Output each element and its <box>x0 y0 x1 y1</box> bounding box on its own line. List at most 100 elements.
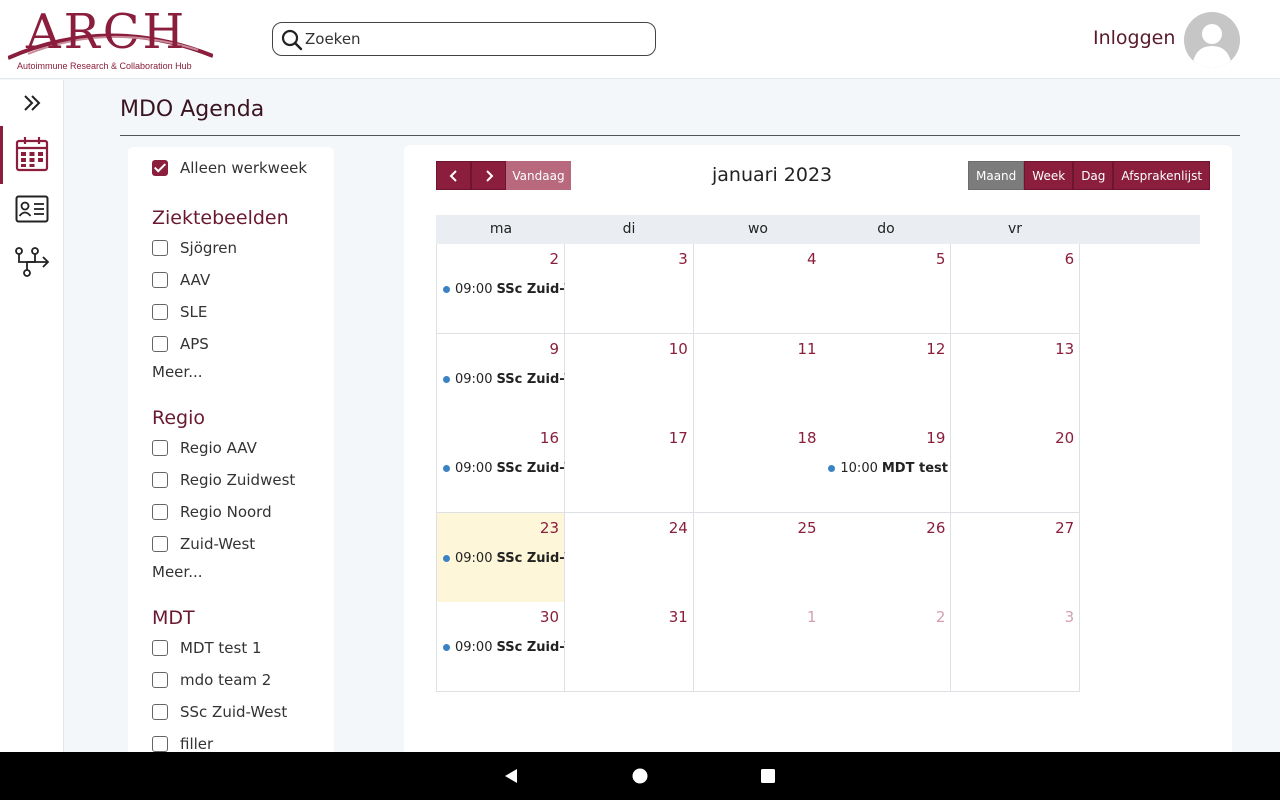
day-cell[interactable]: 3 <box>951 602 1081 693</box>
day-cell[interactable]: 12 <box>822 333 952 424</box>
day-cell[interactable]: 23 09:00SSc Zuid-W <box>436 512 565 603</box>
rail-item-contacts[interactable] <box>0 192 64 226</box>
day-number[interactable]: 6 <box>1065 250 1075 268</box>
filter-checkbox[interactable] <box>152 536 168 552</box>
day-cell[interactable]: 5 <box>822 244 952 334</box>
day-number[interactable]: 2 <box>936 608 946 626</box>
day-cell[interactable]: 6 <box>951 244 1081 334</box>
work-week-checkbox[interactable] <box>152 160 168 176</box>
calendar-event[interactable]: 09:00SSc Zuid-W <box>443 461 565 476</box>
view-list-button[interactable]: Afsprakenlijst <box>1113 161 1211 190</box>
filter-item[interactable]: Regio AAV <box>152 439 257 457</box>
today-button[interactable]: Vandaag <box>506 161 571 190</box>
calendar-event[interactable]: 09:00SSc Zuid-W <box>443 640 565 655</box>
view-month-button[interactable]: Maand <box>968 161 1025 190</box>
filter-item[interactable]: Regio Zuidwest <box>152 471 295 489</box>
day-cell[interactable]: 1 <box>693 602 823 693</box>
calendar-event[interactable]: 09:00SSc Zuid-W <box>443 282 565 297</box>
filter-item[interactable]: filler <box>152 735 213 752</box>
filter-item[interactable]: Zuid-West <box>152 535 255 553</box>
day-cell[interactable]: 17 <box>564 423 694 514</box>
avatar[interactable] <box>1184 12 1240 68</box>
day-cell[interactable]: 2 <box>822 602 952 693</box>
day-cell[interactable]: 3 <box>564 244 694 334</box>
arch-logo[interactable]: ARCH Autoimmune Research & Collaboration… <box>8 4 213 74</box>
day-cell[interactable]: 24 <box>564 512 694 603</box>
filter-item[interactable]: Sjögren <box>152 239 237 257</box>
day-number[interactable]: 9 <box>549 340 559 358</box>
day-cell[interactable]: 10 <box>564 333 694 424</box>
filter-checkbox[interactable] <box>152 240 168 256</box>
filter-item[interactable]: mdo team 2 <box>152 671 271 689</box>
calendar-event[interactable]: 09:00SSc Zuid-W <box>443 372 565 387</box>
search-input[interactable] <box>305 27 645 51</box>
calendar-event[interactable]: 10:00MDT test 1 <box>828 461 950 476</box>
day-number[interactable]: 4 <box>807 250 817 268</box>
view-day-button[interactable]: Dag <box>1073 161 1114 190</box>
day-number[interactable]: 25 <box>798 519 817 537</box>
day-cell[interactable]: 13 <box>951 333 1081 424</box>
day-number[interactable]: 30 <box>540 608 559 626</box>
day-number[interactable]: 24 <box>669 519 688 537</box>
day-number[interactable]: 27 <box>1055 519 1074 537</box>
day-number[interactable]: 3 <box>678 250 688 268</box>
day-cell[interactable]: 25 <box>693 512 823 603</box>
filter-item[interactable]: SLE <box>152 303 207 321</box>
more-link-ziektebeelden[interactable]: Meer... <box>152 363 203 381</box>
filter-checkbox[interactable] <box>152 736 168 752</box>
day-cell[interactable]: 31 <box>564 602 694 693</box>
day-number[interactable]: 11 <box>798 340 817 358</box>
day-cell[interactable]: 2 09:00SSc Zuid-W <box>436 244 565 334</box>
day-number[interactable]: 26 <box>926 519 945 537</box>
day-cell[interactable]: 19 10:00MDT test 1 <box>822 423 952 514</box>
day-number[interactable]: 1 <box>807 608 817 626</box>
filter-checkbox[interactable] <box>152 504 168 520</box>
day-cell[interactable]: 26 <box>822 512 952 603</box>
filter-checkbox[interactable] <box>152 472 168 488</box>
day-cell[interactable]: 18 <box>693 423 823 514</box>
more-link-regio[interactable]: Meer... <box>152 563 203 581</box>
filter-checkbox[interactable] <box>152 704 168 720</box>
filter-item[interactable]: SSc Zuid-West <box>152 703 287 721</box>
home-icon[interactable] <box>632 768 648 784</box>
rail-item-workflow[interactable] <box>0 244 64 280</box>
filter-item[interactable]: APS <box>152 335 209 353</box>
filter-checkbox[interactable] <box>152 672 168 688</box>
day-number[interactable]: 18 <box>798 429 817 447</box>
day-cell[interactable]: 16 09:00SSc Zuid-W <box>436 423 565 514</box>
day-cell[interactable]: 4 <box>693 244 823 334</box>
login-link[interactable]: Inloggen <box>1093 27 1175 49</box>
day-number[interactable]: 16 <box>540 429 559 447</box>
filter-item[interactable]: MDT test 1 <box>152 639 262 657</box>
filter-checkbox[interactable] <box>152 336 168 352</box>
day-number[interactable]: 5 <box>936 250 946 268</box>
calendar-event[interactable]: 09:00SSc Zuid-W <box>443 551 565 566</box>
day-number[interactable]: 17 <box>669 429 688 447</box>
filter-checkbox[interactable] <box>152 272 168 288</box>
day-number[interactable]: 3 <box>1065 608 1075 626</box>
recents-icon[interactable] <box>760 768 776 784</box>
view-week-button[interactable]: Week <box>1024 161 1074 190</box>
search-box[interactable] <box>272 22 656 56</box>
filter-item[interactable]: AAV <box>152 271 210 289</box>
filter-checkbox[interactable] <box>152 640 168 656</box>
filter-checkbox[interactable] <box>152 440 168 456</box>
day-number[interactable]: 20 <box>1055 429 1074 447</box>
filter-item[interactable]: Regio Noord <box>152 503 272 521</box>
day-number[interactable]: 19 <box>926 429 945 447</box>
next-month-button[interactable] <box>471 161 506 190</box>
filter-checkbox[interactable] <box>152 304 168 320</box>
day-number[interactable]: 13 <box>1055 340 1074 358</box>
back-icon[interactable] <box>503 768 519 784</box>
day-number[interactable]: 10 <box>669 340 688 358</box>
day-cell[interactable]: 9 09:00SSc Zuid-W <box>436 333 565 424</box>
day-number[interactable]: 23 <box>540 519 559 537</box>
expand-rail-button[interactable] <box>0 90 64 116</box>
day-number[interactable]: 2 <box>549 250 559 268</box>
rail-item-agenda[interactable] <box>0 134 64 174</box>
day-cell[interactable]: 27 <box>951 512 1081 603</box>
day-cell[interactable]: 20 <box>951 423 1081 514</box>
prev-month-button[interactable] <box>436 161 471 190</box>
filter-work-week[interactable]: Alleen werkweek <box>152 159 307 177</box>
day-number[interactable]: 12 <box>926 340 945 358</box>
